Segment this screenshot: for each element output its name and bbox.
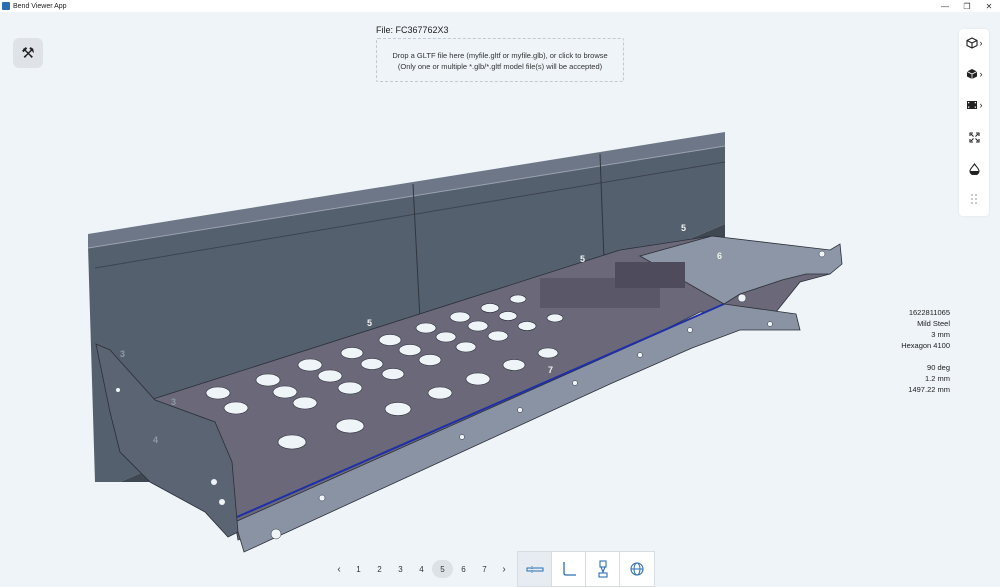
bend-length: 1497.22 mm	[908, 385, 950, 394]
cube-outline-icon	[965, 37, 978, 49]
tab-bend-profile[interactable]	[552, 552, 586, 586]
drag-handle-icon	[971, 194, 977, 204]
flat-view-icon	[526, 566, 543, 573]
page-button-1[interactable]: 1	[348, 560, 369, 578]
page-button-4[interactable]: 4	[411, 560, 432, 578]
tool-view-icon	[597, 560, 608, 578]
next-page-button[interactable]: ›	[495, 564, 513, 575]
tab-flat-view[interactable]	[518, 552, 552, 586]
solid-view-button[interactable]: ›	[959, 64, 989, 84]
prev-page-button[interactable]: ‹	[330, 564, 348, 575]
page-button-6[interactable]: 6	[453, 560, 474, 578]
cube-solid-icon	[966, 69, 977, 79]
bend-pager: ‹ 1 2 3 4 5 6 7 ›	[330, 557, 513, 581]
part-id: 1622811065	[908, 308, 950, 317]
window-title: Bend Viewer App	[13, 2, 67, 10]
machine: Hexagon 4100	[901, 341, 950, 350]
bend-label[interactable]: 3	[171, 397, 176, 407]
drag-handle[interactable]	[959, 189, 989, 209]
page-button-5[interactable]: 5	[432, 560, 453, 578]
bend-label[interactable]: 3	[120, 349, 125, 359]
part-info: 1622811065 Mild Steel 3 mm Hexagon 4100	[901, 307, 950, 351]
tab-globe-view[interactable]	[620, 552, 654, 586]
globe-view-icon	[630, 562, 644, 576]
chevron-right-icon: ›	[979, 100, 983, 110]
bend-label[interactable]: 7	[548, 365, 553, 375]
film-icon	[966, 101, 977, 109]
page-button-7[interactable]: 7	[474, 560, 495, 578]
bend-profile-icon	[562, 562, 576, 576]
chevron-right-icon: ›	[979, 69, 983, 79]
bend-label[interactable]: 5	[580, 254, 585, 264]
view-mode-tabs	[517, 551, 655, 587]
dropzone-line-1: Drop a GLTF file here (myfile.gltf or my…	[392, 51, 608, 60]
dropzone-line-2: (Only one or multiple *.glb/*.gltf model…	[397, 62, 603, 71]
bend-label[interactable]: 5	[367, 318, 372, 328]
page-button-3[interactable]: 3	[390, 560, 411, 578]
hammer-wrench-icon: ⚒	[21, 45, 35, 62]
app-icon	[2, 2, 10, 10]
animation-button[interactable]: ›	[959, 95, 989, 115]
chevron-right-icon: ›	[979, 38, 983, 48]
view-toolbar: › › ›	[959, 29, 989, 216]
file-dropzone[interactable]: Drop a GLTF file here (myfile.gltf or my…	[376, 38, 624, 82]
wireframe-view-button[interactable]: ›	[959, 33, 989, 53]
material: Mild Steel	[917, 319, 950, 328]
tools-button[interactable]: ⚒	[13, 38, 43, 68]
fit-screen-icon	[968, 131, 980, 143]
minimize-button[interactable]: —	[934, 2, 956, 11]
page-button-2[interactable]: 2	[369, 560, 390, 578]
file-name-label: File: FC367762X3	[376, 25, 449, 35]
bend-angle: 90 deg	[927, 363, 950, 372]
bend-label[interactable]: 5	[681, 223, 686, 233]
bend-label[interactable]: 4	[153, 435, 158, 445]
restore-button[interactable]: ❐	[956, 2, 978, 11]
drop-icon	[968, 163, 980, 175]
title-bar: Bend Viewer App — ❐ ✕	[0, 0, 1000, 12]
bend-radius: 1.2 mm	[924, 374, 950, 383]
sheet-metal-model[interactable]	[0, 12, 1000, 587]
bend-label[interactable]: 6	[717, 251, 722, 261]
fit-to-screen-button[interactable]	[959, 127, 989, 147]
bend-info: 90 deg 1.2 mm 1497.22 mm	[908, 362, 950, 395]
transparency-button[interactable]	[959, 159, 989, 179]
tab-tool-view[interactable]	[586, 552, 620, 586]
3d-viewport[interactable]: 5 5 6 5 7 3 3 4 ⚒ File: FC367762X3 Drop …	[0, 12, 1000, 587]
thickness: 3 mm	[931, 330, 950, 339]
close-button[interactable]: ✕	[978, 2, 1000, 11]
